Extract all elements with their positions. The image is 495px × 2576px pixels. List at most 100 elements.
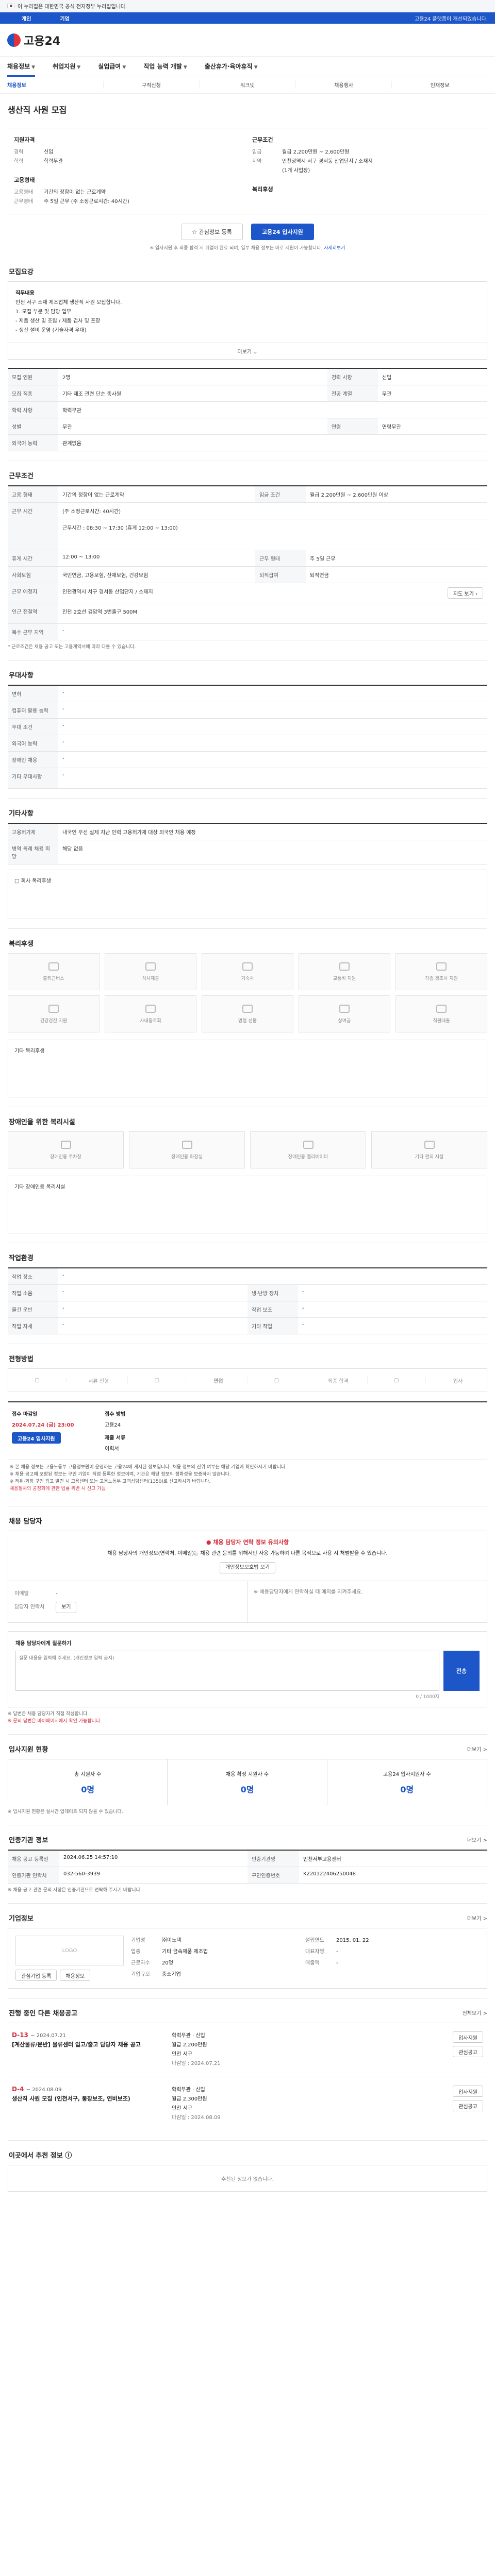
welfare-card: 사내동호회: [105, 995, 196, 1032]
agency-grid: 채용 공고 등록일 2024.06.25 14:57:10 인증기관명 인천서부고용센…: [8, 1850, 487, 1884]
info-key: 구인인증번호: [248, 1867, 299, 1884]
box-label: 직무내용: [15, 291, 35, 296]
expand-toggle[interactable]: 더보기 ⌄: [8, 343, 487, 360]
other-bookmark-button[interactable]: 관심공고: [453, 2046, 483, 2057]
subnav-item[interactable]: 채용정보: [7, 81, 104, 89]
note-line: ※ 답변은 채용 담당자가 직접 작성합니다.: [8, 1711, 89, 1717]
table-row: 면허 -: [8, 685, 487, 702]
chevron-down-icon: ▼: [183, 65, 187, 70]
company-key: 기업규모: [131, 1972, 150, 1977]
step-label: 입사: [453, 1378, 463, 1384]
other-bookmark-button[interactable]: 관심공고: [453, 2100, 483, 2111]
table-key: 학력 사항: [8, 401, 58, 418]
site-logo[interactable]: 고용24: [7, 32, 60, 48]
restroom-icon: [182, 1140, 192, 1149]
other-apply-button[interactable]: 입사지원: [453, 2086, 483, 2097]
other-job-title[interactable]: 생산직 사원 모집 (인천서구, 통장보조, 연비보조): [12, 2095, 167, 2103]
meta-value: 마감일 : 2024.07.21: [172, 2061, 221, 2066]
bookmark-button[interactable]: ☆ 관심정보 등록: [181, 224, 243, 240]
section-title: 복리후생: [9, 940, 34, 948]
section-title: 우대사항: [9, 672, 34, 680]
job-summary: 생산직 사원 모집 지원자격 경력 신입 학력 학력무관 고용형태 고용형태 기간의 …: [8, 94, 487, 257]
table-key: 장애인 채용: [8, 751, 58, 768]
subnav-item[interactable]: 인재정보: [392, 81, 488, 89]
tab-company[interactable]: 기업: [45, 14, 84, 22]
privacy-law-button[interactable]: 개인정보보호법 보기: [220, 1562, 275, 1573]
process-section: 전형방법 ▢ 서류 전형 ▢ 면접 ▢ 최종 합격 ▢ 입사 접수 마감일 2024.0…: [8, 1353, 487, 1506]
table-key: 냉·난방 장치: [248, 1284, 298, 1301]
gnb-item-leave[interactable]: 출산휴가·육아휴직 ▼: [205, 62, 258, 71]
other-job-item[interactable]: D-13 ~ 2024.07.21 [계산물류/운반] 물류센터 입고/출고 담…: [8, 2023, 487, 2077]
facility-card: 장애인용 주차장: [8, 1131, 124, 1168]
note-link[interactable]: 자세히보기: [324, 246, 345, 251]
info-value: 2024.06.25 14:57:10: [59, 1851, 248, 1867]
company-jobs-button[interactable]: 채용정보: [60, 1970, 91, 1981]
map-button[interactable]: 지도 보기 ›: [447, 587, 483, 599]
gnb-label: 출산휴가·육아휴직: [204, 63, 253, 70]
table-key: 연령: [327, 418, 378, 435]
other-job-item[interactable]: D-4 ~ 2024.08.09 생산직 사원 모집 (인천서구, 통장보조, …: [8, 2077, 487, 2131]
gnb-item-jobs[interactable]: 채용정보 ▼: [7, 62, 36, 77]
table-row: 사회보험 국민연금, 고용보험, 산재보험, 건강보험 퇴직급여 퇴직연금: [8, 566, 487, 583]
company-value: 기타 금속제품 제조업: [162, 1949, 208, 1955]
job-summary-grid: 지원자격 경력 신입 학력 학력무관 고용형태 고용형태 기간의 정함이 없는 근로계…: [8, 128, 487, 214]
company-key: 대표자명: [305, 1949, 324, 1955]
info-value: 인천서부고용센터: [299, 1851, 487, 1867]
box-line: 인천 서구 소재 제조업체 생산직 사원 모집합니다.: [15, 300, 122, 306]
transport-icon: [339, 962, 350, 971]
gnb-item-support[interactable]: 취업지원 ▼: [53, 62, 80, 71]
welfare-label: 출퇴근버스: [43, 976, 64, 981]
document-icon: ▢: [8, 1377, 67, 1383]
more-link[interactable]: 전체보기 >: [463, 2009, 487, 2016]
table-value: -: [58, 768, 487, 789]
method-label: 접수 방법: [105, 1412, 126, 1417]
gov-subbar-notice[interactable]: 고용24 플랫폼이 개선되었습니다.: [415, 14, 488, 22]
table-value: -: [298, 1317, 487, 1334]
table-key: 인근 전철역: [8, 603, 58, 624]
table-value: -: [58, 1284, 248, 1301]
gnb-item-training[interactable]: 직업 능력 개발 ▼: [143, 62, 187, 71]
follow-company-button[interactable]: 관심기업 등록: [15, 1970, 57, 1981]
question-input[interactable]: [15, 1651, 439, 1691]
summary-key: 지역: [252, 159, 262, 164]
door-icon: ▢: [368, 1377, 426, 1383]
other-apply-button[interactable]: 입사지원: [453, 2031, 483, 2043]
table-key: 작업 자세: [8, 1317, 58, 1334]
welfare-card: 상여금: [299, 995, 390, 1032]
more-link[interactable]: 더보기 >: [467, 1914, 487, 1922]
welfare-card: 식사제공: [105, 953, 196, 990]
table-key: 외국어 능력: [8, 735, 58, 752]
table-key: 근무 시간: [8, 502, 58, 550]
alert-icon: ●: [206, 1539, 213, 1546]
send-button[interactable]: 전송: [443, 1651, 480, 1691]
table-value: -: [58, 1268, 487, 1285]
question-label: 채용 담당자에게 질문하기: [15, 1641, 72, 1647]
logo-text: 고용24: [24, 35, 61, 48]
table-key: 외국어 능력: [8, 434, 58, 451]
apply-button[interactable]: 고용24 입사지원: [251, 224, 314, 240]
info-key: 인증기관 연락처: [8, 1867, 59, 1884]
more-link[interactable]: 더보기 >: [467, 1836, 487, 1843]
apply-button-2[interactable]: 고용24 입사지원: [12, 1432, 61, 1444]
subnav-item[interactable]: 구직신청: [104, 81, 200, 89]
meta-value: 월급 2,300만원: [172, 2096, 207, 2102]
company-value: 중소기업: [162, 1972, 181, 1977]
other-job-title[interactable]: [계산물류/운반] 물류센터 입고/출고 담당자 채용 공고: [12, 2041, 167, 2049]
table-value: 무관: [377, 385, 487, 402]
etc-table: 고용허가제 내국인 우선 실제 지난 인력 고용허가제 대상 외국인 채용 예정 …: [8, 823, 487, 865]
table-row: 작업 자세 - 기타 작업 -: [8, 1317, 487, 1334]
more-link[interactable]: 더보기 >: [467, 1745, 487, 1753]
table-key: 휴게 시간: [8, 550, 58, 567]
gnb-item-benefit[interactable]: 실업급여 ▼: [98, 62, 126, 71]
subnav-item[interactable]: 워크넷: [200, 81, 296, 89]
gnb-label: 직업 능력 개발: [143, 63, 182, 70]
view-phone-button[interactable]: 보기: [56, 1602, 77, 1613]
table-key: 근무 형태: [255, 550, 306, 567]
subnav-item[interactable]: 채용행사: [296, 81, 392, 89]
form-label: 제출 서류: [105, 1435, 126, 1441]
meta-value: 신입: [195, 2087, 205, 2093]
table-row: 컴퓨터 활용 능력 -: [8, 702, 487, 719]
summary-heading: 복리후생: [252, 186, 273, 193]
summary-key: 임금: [252, 149, 262, 155]
tab-personal[interactable]: 개인: [7, 14, 45, 22]
